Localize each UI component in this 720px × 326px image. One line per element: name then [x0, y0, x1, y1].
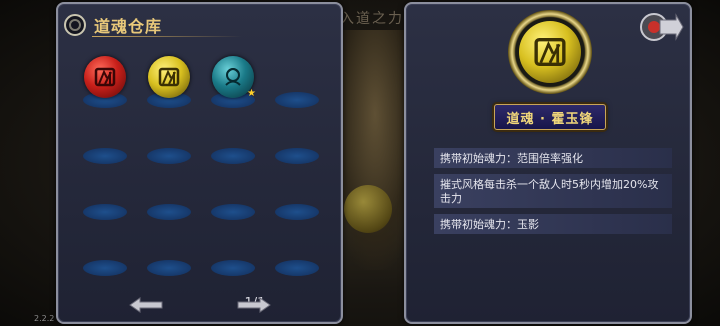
empty-slot[interactable]: [275, 204, 319, 220]
version-label: 2.2.2: [34, 314, 55, 323]
soul-name: 道魂 · 霍玉锋: [506, 111, 594, 127]
soul-warehouse-panel: 道魂仓库 ★ 1/1: [56, 2, 343, 324]
selected-soul-emblem: [508, 10, 592, 94]
empty-slot[interactable]: [147, 148, 191, 164]
prev-page-arrow-icon[interactable]: [128, 297, 164, 313]
return-arrow-button[interactable]: [638, 10, 684, 44]
description-row: 摧式风格每击杀一个敌人时5秒内增加20%攻击力: [434, 174, 672, 208]
empty-slot[interactable]: [147, 204, 191, 220]
empty-slot[interactable]: [147, 260, 191, 276]
selected-soul-orb: [519, 21, 581, 83]
empty-slot[interactable]: [83, 260, 127, 276]
soul-detail-panel: 道魂 · 霍玉锋 携带初始魂力：范围倍率强化 摧式风格每击杀一个敌人时5秒内增加…: [404, 2, 692, 324]
description-row: 携带初始魂力：玉影: [434, 214, 672, 234]
title-underline: [92, 36, 242, 37]
ring-icon: [64, 14, 86, 36]
empty-slot[interactable]: [275, 92, 319, 108]
description-row: 携带初始魂力：范围倍率强化: [434, 148, 672, 168]
soul-emblem-icon: [534, 38, 566, 66]
empty-slot[interactable]: [83, 148, 127, 164]
soul-item-red[interactable]: [84, 56, 126, 98]
background-title: 入道之力: [340, 11, 404, 27]
soul-emblem-icon: [94, 67, 116, 87]
panel-title-bar: 道魂仓库: [64, 12, 264, 38]
empty-slot[interactable]: [275, 260, 319, 276]
empty-slot[interactable]: [211, 204, 255, 220]
star-icon: ★: [247, 88, 256, 99]
background-orb: [344, 185, 392, 233]
soul-name-badge: 道魂 · 霍玉锋: [494, 104, 606, 130]
empty-slot[interactable]: [211, 148, 255, 164]
soul-item-gold[interactable]: [148, 56, 190, 98]
face-emblem-icon: [225, 68, 241, 86]
next-page-arrow-icon[interactable]: [236, 297, 272, 313]
panel-title: 道魂仓库: [94, 17, 163, 36]
empty-slot[interactable]: [275, 148, 319, 164]
empty-slot[interactable]: [83, 204, 127, 220]
soul-emblem-icon: [158, 67, 180, 87]
empty-slot[interactable]: [211, 260, 255, 276]
